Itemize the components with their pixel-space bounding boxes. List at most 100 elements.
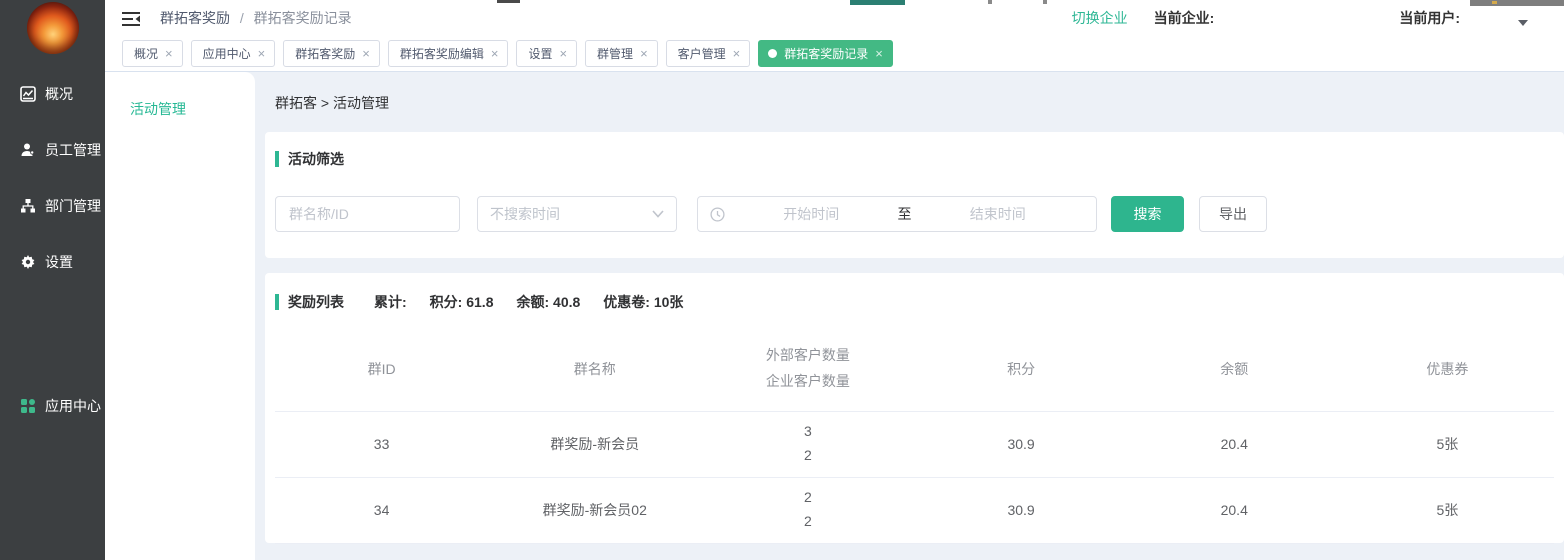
reward-list-card: 奖励列表 累计: 积分: 61.8 余额: 40.8 优惠卷: 10张 群ID … [265, 273, 1564, 543]
user-dropdown-caret-icon[interactable] [1518, 20, 1528, 26]
filter-section-title: 活动筛选 [275, 149, 1544, 169]
close-tab-icon[interactable]: × [733, 47, 741, 60]
section-accent-bar [275, 294, 279, 310]
col-header-balance: 余额 [1128, 359, 1341, 379]
tab-label: 应用中心 [203, 45, 251, 62]
tab-label: 客户管理 [678, 45, 726, 62]
close-tab-icon[interactable]: × [165, 47, 173, 60]
tab-group-reward-edit[interactable]: 群拓客奖励编辑 × [388, 40, 509, 67]
org-chart-icon [19, 198, 36, 215]
sidebar-item-label: 应用中心 [45, 396, 101, 416]
tab-group-reward[interactable]: 群拓客奖励 × [283, 40, 380, 67]
main-panel: 群拓客 > 活动管理 活动筛选 不搜索时间 [255, 72, 1564, 560]
browser-edge-artifact [850, 0, 905, 5]
app-root: 概况 员工管理 部门管理 设置 应用中心 [0, 0, 1564, 560]
secondary-sidebar: 活动管理 [105, 72, 255, 560]
search-button[interactable]: 搜索 [1111, 196, 1184, 232]
tab-overview[interactable]: 概况 × [122, 40, 183, 67]
close-tab-icon[interactable]: × [640, 47, 648, 60]
browser-edge-artifact [988, 0, 992, 4]
col-header-enterprise: 企业客户数量 [701, 369, 914, 395]
tab-app-center[interactable]: 应用中心 × [191, 40, 276, 67]
cell-enterprise-count: 2 [701, 510, 914, 534]
filter-title-text: 活动筛选 [288, 149, 344, 169]
cell-points: 30.9 [915, 502, 1128, 518]
points-label: 积分: [430, 294, 463, 310]
cell-group-name: 群奖励-新会员02 [488, 500, 701, 520]
balance-label: 余额: [516, 294, 549, 310]
reward-table: 群ID 群名称 外部客户数量 企业客户数量 积分 余额 优惠券 33 [275, 335, 1554, 544]
tab-settings[interactable]: 设置× [516, 40, 577, 67]
sidebar-item-employees[interactable]: 员工管理 [0, 136, 105, 164]
chart-icon [19, 86, 36, 103]
tab-label: 概况 [134, 45, 158, 62]
page-breadcrumb: 群拓客 > 活动管理 [265, 72, 1564, 132]
cell-points: 30.9 [915, 436, 1128, 452]
close-tab-icon[interactable]: × [491, 47, 499, 60]
sidebar-item-overview[interactable]: 概况 [0, 80, 105, 108]
browser-edge-artifact [1492, 1, 1497, 4]
table-row: 33 群奖励-新会员 3 2 30.9 20.4 5张 [275, 412, 1554, 478]
group-name-id-input[interactable] [275, 196, 460, 232]
cell-group-name: 群奖励-新会员 [488, 434, 701, 454]
col-header-group-name: 群名称 [488, 359, 701, 379]
cell-external-count: 2 [701, 486, 914, 510]
browser-edge-artifact [1470, 0, 1564, 6]
tab-customer-mgmt[interactable]: 客户管理 × [666, 40, 751, 67]
activity-filter-card: 活动筛选 不搜索时间 开始时间 至 结束时间 [265, 132, 1564, 258]
company-avatar[interactable] [27, 2, 79, 54]
points-value: 61.8 [466, 294, 493, 310]
col-header-coupon: 优惠券 [1341, 359, 1554, 379]
cell-customer-counts: 3 2 [701, 420, 914, 468]
close-tab-icon[interactable]: × [875, 47, 883, 60]
balance-value: 40.8 [553, 294, 580, 310]
date-range-picker[interactable]: 开始时间 至 结束时间 [697, 196, 1097, 232]
close-tab-icon[interactable]: × [258, 47, 266, 60]
top-header: 群拓客奖励 / 群拓客奖励记录 切换企业 当前企业: 当前用户: [105, 0, 1564, 36]
cell-external-count: 3 [701, 420, 914, 444]
tab-label: 群拓客奖励 [295, 45, 355, 62]
submenu-item-activity-mgmt[interactable]: 活动管理 [105, 99, 255, 119]
export-button[interactable]: 导出 [1199, 196, 1267, 232]
breadcrumb-parent[interactable]: 群拓客奖励 [160, 10, 230, 26]
chevron-down-icon [652, 210, 664, 218]
user-icon [19, 142, 36, 159]
switch-company-link[interactable]: 切换企业 [1072, 8, 1128, 28]
col-header-external: 外部客户数量 [701, 343, 914, 369]
sidebar-item-departments[interactable]: 部门管理 [0, 192, 105, 220]
right-column: 群拓客奖励 / 群拓客奖励记录 切换企业 当前企业: 当前用户: 概况 × 应用中… [105, 0, 1564, 560]
tab-group-reward-records-active[interactable]: 群拓客奖励记录 × [758, 40, 893, 67]
open-tabs-bar: 概况 × 应用中心 × 群拓客奖励 × 群拓客奖励编辑 × 设置× 群管理× 客户管理 ×… [105, 36, 1564, 72]
cell-group-id: 33 [275, 436, 488, 452]
close-tab-icon[interactable]: × [362, 47, 370, 60]
sidebar-item-label: 设置 [45, 252, 73, 272]
active-tab-dot-icon [768, 49, 777, 58]
end-time-placeholder[interactable]: 结束时间 [912, 204, 1085, 224]
time-mode-select[interactable]: 不搜索时间 [477, 196, 677, 232]
tab-label: 群拓客奖励记录 [784, 45, 868, 62]
cell-customer-counts: 2 2 [701, 486, 914, 534]
cell-group-id: 34 [275, 502, 488, 518]
breadcrumb-separator: / [240, 10, 244, 26]
sidebar-item-settings[interactable]: 设置 [0, 248, 105, 276]
section-accent-bar [275, 151, 279, 167]
collapse-menu-icon[interactable] [122, 11, 142, 27]
breadcrumb: 群拓客奖励 / 群拓客奖励记录 [160, 8, 352, 28]
sidebar-item-app-center[interactable]: 应用中心 [0, 392, 105, 420]
close-tab-icon[interactable]: × [559, 47, 567, 60]
cell-balance: 20.4 [1128, 436, 1341, 452]
tab-label: 群拓客奖励编辑 [400, 45, 484, 62]
reward-list-title: 奖励列表 [288, 292, 344, 312]
gear-icon [19, 254, 36, 271]
cell-balance: 20.4 [1128, 502, 1341, 518]
clock-icon [710, 207, 725, 222]
cell-coupon: 5张 [1341, 500, 1554, 520]
time-mode-select-value: 不搜索时间 [490, 204, 652, 224]
col-header-customer-counts: 外部客户数量 企业客户数量 [701, 343, 914, 395]
current-company-label: 当前企业: [1154, 8, 1215, 28]
start-time-placeholder[interactable]: 开始时间 [725, 204, 898, 224]
breadcrumb-current: 群拓客奖励记录 [254, 10, 352, 26]
tab-group-mgmt[interactable]: 群管理× [585, 40, 658, 67]
cell-enterprise-count: 2 [701, 444, 914, 468]
main-sidebar: 概况 员工管理 部门管理 设置 应用中心 [0, 0, 105, 560]
